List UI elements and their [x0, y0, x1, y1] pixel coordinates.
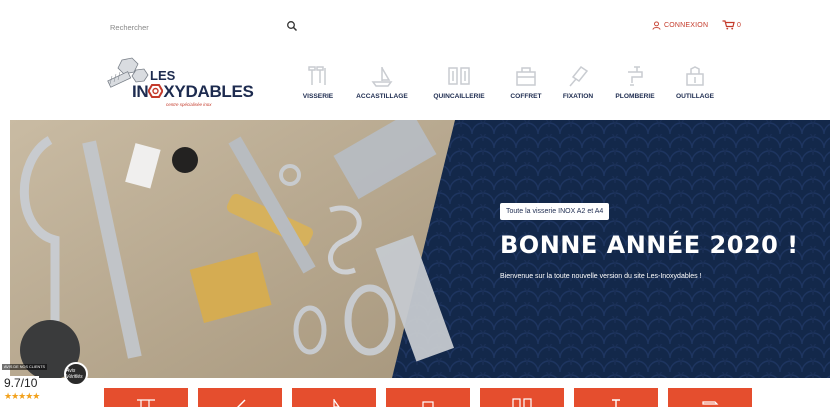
category-tile-fixation[interactable] [480, 388, 564, 407]
faucet-icon [628, 66, 643, 86]
category-tile-accastillage[interactable] [198, 388, 282, 407]
category-tile-visserie[interactable] [104, 388, 188, 407]
drill-icon [702, 401, 719, 405]
rating-score: 9.7/10 [2, 376, 40, 390]
nav-label: COFFRET [510, 93, 542, 100]
cart-count: 0 [737, 21, 741, 29]
nav-label: QUINCAILLERIE [433, 93, 485, 100]
tools-icon [686, 66, 704, 86]
site-logo[interactable]: LES IN XYDABLES centre spécialisée inox [104, 56, 254, 112]
header: LES IN XYDABLES centre spécialisée inox [10, 48, 830, 120]
nav-item-outillage[interactable]: OUTILLAGE [666, 54, 724, 100]
nav-label: ACCASTILLAGE [356, 93, 408, 100]
nav-item-visserie[interactable]: VISSERIE [290, 54, 346, 100]
page: Rechercher CONNEXION 0 LES IN XYDABLES c… [10, 8, 830, 407]
category-tile-quincaillerie[interactable] [292, 388, 376, 407]
nav-item-accastillage[interactable]: ACCASTILLAGE [346, 54, 418, 100]
nav-label: VISSERIE [302, 93, 334, 100]
hero-banner[interactable]: Toute la visserie INOX A2 et A4 BONNE AN… [10, 120, 830, 378]
logo-wordmark: IN XYDABLES [132, 82, 254, 102]
user-icon [652, 21, 661, 30]
boat-icon [371, 67, 393, 87]
wrench-icon [612, 399, 620, 407]
toolbox-icon [516, 67, 536, 86]
logo-part1: IN [132, 82, 149, 101]
logo-nut-icon [147, 84, 165, 98]
rating-stars: ★★★★★ [2, 391, 42, 402]
search-icon[interactable] [286, 20, 298, 32]
hero-subtitle: Bienvenue sur la toute nouvelle version … [500, 273, 702, 280]
hero-title: BONNE ANNÉE 2020 ! [500, 231, 799, 259]
category-tile-plomberie[interactable] [574, 388, 658, 407]
top-bar: Rechercher CONNEXION 0 [10, 8, 830, 48]
hardware-icon [448, 67, 470, 85]
search-input[interactable]: Rechercher [110, 23, 149, 32]
fixation-icon [569, 65, 589, 87]
nav-item-fixation[interactable]: FIXATION [552, 54, 604, 100]
logo-tagline: centre spécialisée inox [166, 102, 212, 107]
logo-les: LES [150, 68, 176, 83]
pen-icon [237, 399, 246, 407]
logo-part2: XYDABLES [163, 82, 254, 101]
verified-seal-icon: Avis Vérifiés [64, 362, 88, 386]
main-nav: VISSERIE ACCASTILLAGE QUINCAILLERIE COFF… [290, 54, 724, 114]
cart-icon [722, 20, 735, 30]
nav-item-coffret[interactable]: COFFRET [500, 54, 552, 100]
nav-label: OUTILLAGE [675, 93, 715, 100]
login-label: CONNEXION [664, 22, 709, 29]
toolbox-icon [422, 401, 434, 407]
hardware-icon [512, 398, 532, 407]
rating-label: AVIS DE NOS CLIENTS [2, 364, 48, 370]
nav-item-quincaillerie[interactable]: QUINCAILLERIE [418, 54, 500, 100]
category-tile-outillage[interactable] [668, 388, 752, 407]
nav-label: PLOMBERIE [615, 93, 655, 100]
hero-badge: Toute la visserie INOX A2 et A4 [500, 203, 610, 220]
category-tile-coffret[interactable] [386, 388, 470, 407]
login-link[interactable]: CONNEXION [652, 21, 708, 30]
screws-icon [137, 399, 155, 407]
cart-link[interactable]: 0 [722, 20, 741, 30]
rating-widget[interactable]: AVIS DE NOS CLIENTS 9.7/10 ★★★★★ Avis Vé… [0, 358, 90, 407]
screws-icon [308, 66, 326, 85]
nav-label: FIXATION [562, 93, 594, 100]
boat-icon [333, 399, 340, 407]
nav-item-plomberie[interactable]: PLOMBERIE [604, 54, 666, 100]
category-tiles [104, 388, 752, 407]
